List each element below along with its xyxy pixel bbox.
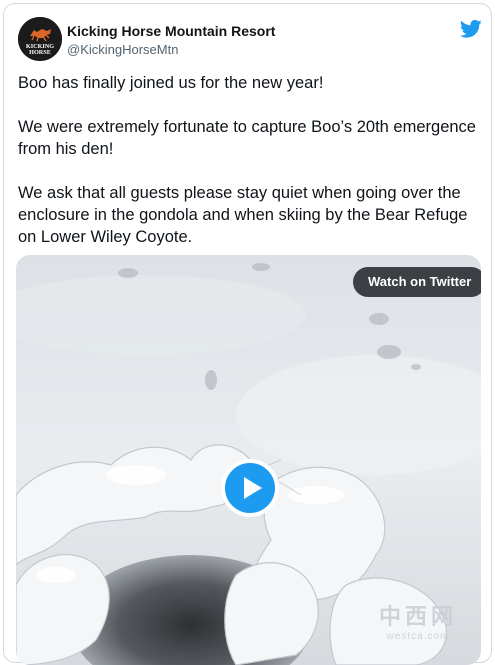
author-handle[interactable]: @KickingHorseMtn bbox=[67, 42, 178, 57]
tweet-card[interactable]: KICKING HORSE Kicking Horse Mountain Res… bbox=[3, 3, 492, 665]
author-name[interactable]: Kicking Horse Mountain Resort bbox=[67, 23, 275, 39]
tweet-paragraph: Boo has finally joined us for the new ye… bbox=[18, 74, 324, 92]
tweet-paragraph: We were extremely fortunate to capture B… bbox=[18, 118, 476, 158]
video-thumbnail[interactable]: Watch on Twitter 中西网 westca.com bbox=[16, 255, 481, 665]
kicking-horse-logo: KICKING HORSE bbox=[18, 17, 62, 61]
tweet-text: Boo has finally joined us for the new ye… bbox=[18, 72, 480, 248]
avatar[interactable]: KICKING HORSE bbox=[18, 17, 62, 61]
tweet-paragraph: We ask that all guests please stay quiet… bbox=[18, 184, 468, 246]
svg-text:HORSE: HORSE bbox=[29, 49, 51, 56]
watch-on-twitter-button[interactable]: Watch on Twitter bbox=[353, 267, 481, 297]
watermark-cn: 中西网 bbox=[378, 604, 457, 629]
twitter-bird-icon[interactable] bbox=[459, 19, 482, 39]
play-button[interactable] bbox=[221, 459, 279, 517]
play-icon bbox=[244, 477, 262, 499]
watermark: 中西网 westca.com bbox=[364, 599, 472, 642]
watermark-en: westca.com bbox=[386, 631, 450, 642]
